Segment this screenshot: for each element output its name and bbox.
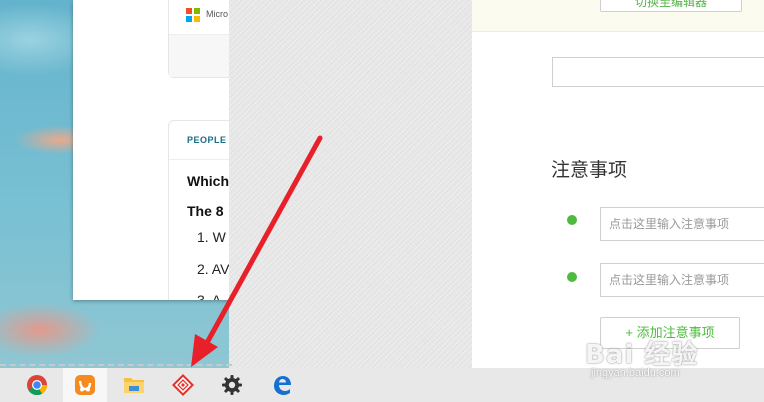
question-heading[interactable]: Which (187, 173, 229, 189)
list-item: 3. A (197, 292, 222, 300)
note-input[interactable] (600, 207, 764, 241)
list-item: 2. AV (197, 261, 230, 277)
people-header: PEOPLE (187, 135, 227, 145)
red-app-icon (172, 374, 194, 396)
taskbar-chrome[interactable] (15, 368, 59, 402)
section-title: 注意事项 (551, 160, 628, 181)
people-also-ask-card: PEOPLE Which The 8 1. W 2. AV 3. A (168, 120, 233, 300)
microsoft-card[interactable]: Micro (168, 0, 233, 78)
switch-editor-button[interactable]: 切换至编辑器 (600, 0, 742, 12)
taskbar-file-explorer[interactable] (112, 368, 156, 402)
note-input[interactable] (600, 263, 764, 297)
answer-heading: The 8 (187, 203, 224, 219)
microsoft-label: Micro (206, 9, 228, 19)
taskbar-edge[interactable] (260, 368, 304, 402)
selection-border (0, 364, 232, 366)
divider (169, 159, 233, 160)
watermark-main: Bai 经验 (585, 340, 699, 370)
file-explorer-icon (124, 378, 144, 393)
taskbar-settings[interactable] (210, 368, 254, 402)
card-footer (169, 34, 233, 77)
top-notice-strip: 切换至编辑器 (472, 0, 764, 32)
background-browser-window[interactable]: Micro PEOPLE Which The 8 1. W 2. AV 3. A (73, 0, 233, 300)
microsoft-logo-icon (186, 8, 200, 22)
editor-form-panel: 切换至编辑器 注意事项 + 添加注意事项 (472, 0, 764, 368)
bullet-dot-icon (567, 272, 577, 282)
taskbar-red-app[interactable] (161, 368, 205, 402)
title-input[interactable] (552, 57, 764, 87)
list-item: 1. W (197, 229, 226, 245)
baidu-watermark: Bai 经验 jingyan.baidu.com (585, 334, 698, 379)
bullet-dot-icon (567, 215, 577, 225)
textured-side-panel (229, 0, 472, 368)
chrome-icon (27, 375, 48, 396)
uc-browser-icon (75, 375, 95, 395)
taskbar-uc-browser[interactable] (63, 368, 107, 402)
edge-icon (274, 376, 291, 395)
settings-icon (222, 375, 242, 395)
